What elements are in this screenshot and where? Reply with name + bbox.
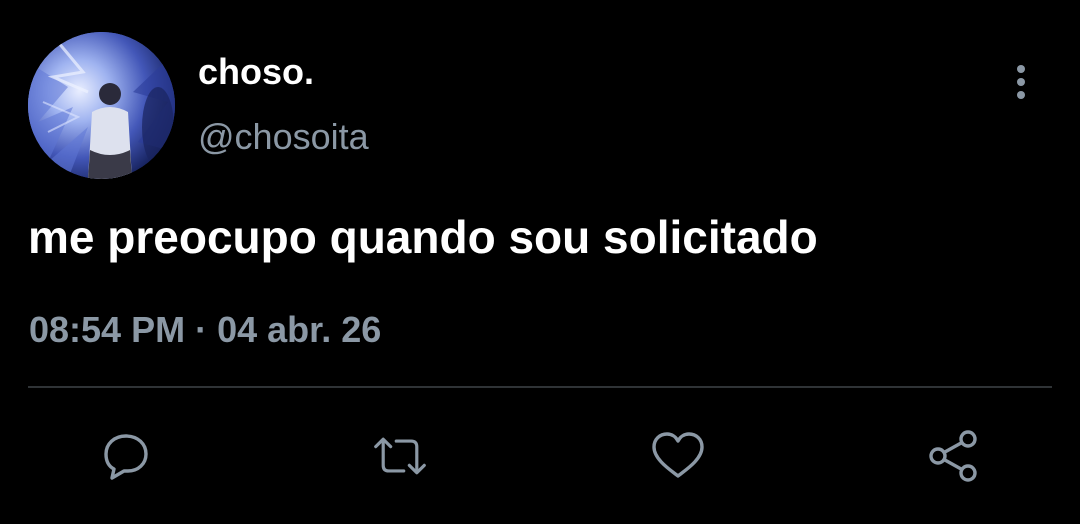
more-vertical-icon [1017,65,1025,99]
reply-icon [104,434,148,480]
share-icon [929,430,977,482]
divider [28,386,1052,388]
tweet-time: 08:54 PM [29,309,186,350]
reply-button[interactable] [98,428,154,484]
more-options-button[interactable] [1004,60,1038,104]
avatar[interactable] [28,32,175,179]
retweet-button[interactable] [372,428,428,484]
avatar-photo [28,32,175,179]
like-button[interactable] [650,428,706,484]
share-button[interactable] [926,428,982,484]
timestamp-separator: · [195,309,208,350]
tweet-text: me preocupo quando sou solicitado [28,211,818,263]
tweet-date: 04 abr. 26 [217,309,382,350]
display-name[interactable]: choso. [198,52,314,92]
heart-icon [652,432,704,478]
username-handle[interactable]: @chosoita [198,117,369,157]
tweet-detail: choso. @chosoita me preocupo quando sou … [0,0,1080,524]
retweet-icon [374,437,426,475]
tweet-timestamp[interactable]: 08:54 PM · 04 abr. 26 [29,309,381,351]
